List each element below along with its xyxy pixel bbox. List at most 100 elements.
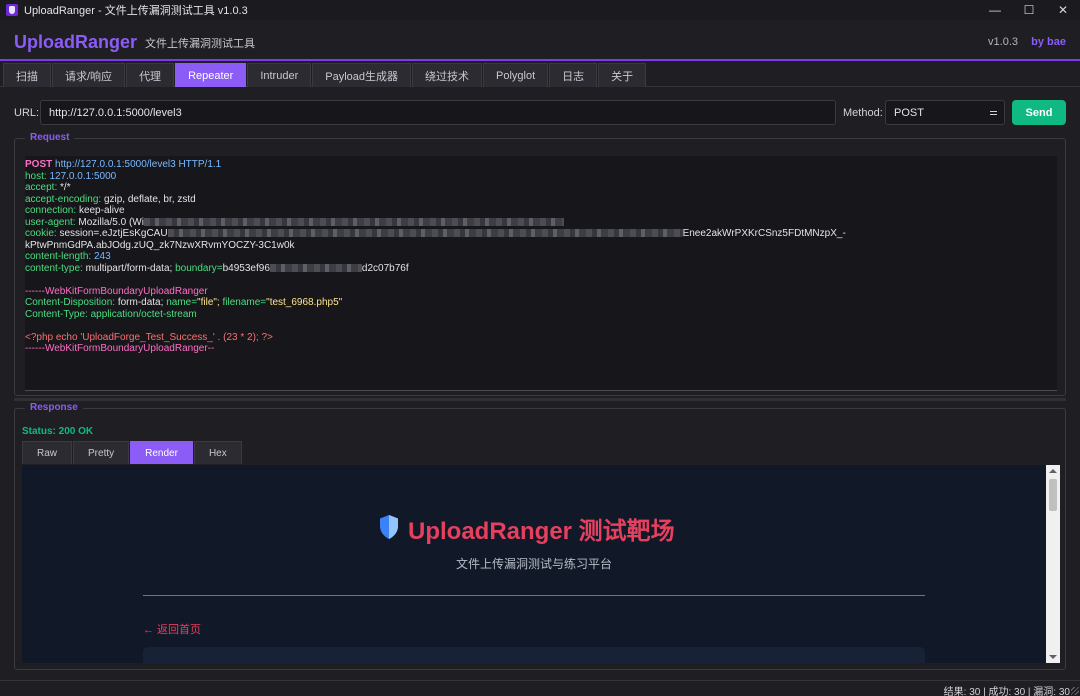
url-input[interactable]: http://127.0.0.1:5000/level3: [40, 100, 836, 125]
method-value: POST: [894, 106, 924, 119]
header-cookie: cookie: session=.eJztjEsKgCAU Enee2akWrPX…: [25, 228, 1057, 240]
render-heading: UploadRanger 测试靶场: [408, 518, 675, 545]
boundary-close-line: ------WebKitFormBoundaryUploadRanger--: [25, 343, 1057, 355]
resize-grip-icon[interactable]: [1071, 687, 1079, 695]
brand-title: UploadRanger: [14, 32, 138, 52]
boundary-line: ------WebKitFormBoundaryUploadRanger: [25, 286, 1057, 298]
header-name: cookie:: [25, 228, 57, 239]
minimize-button[interactable]: —: [978, 0, 1012, 20]
header-name: accept-encoding:: [25, 193, 102, 205]
header-name: user-agent:: [25, 216, 76, 228]
header-name: name=: [166, 297, 198, 308]
main-tabbar: 扫描 请求/响应 代理 Repeater Intruder Payload生成器…: [0, 63, 1080, 87]
header-name: filename=: [222, 297, 267, 308]
header-name: content-length:: [25, 251, 92, 262]
tab-pretty[interactable]: Pretty: [73, 441, 130, 464]
brand-subtitle: 文件上传漏洞测试工具: [145, 38, 255, 50]
tab-polyglot[interactable]: Polyglot: [483, 63, 549, 87]
tab-repeater[interactable]: Repeater: [175, 63, 247, 87]
method-label: Method:: [843, 107, 883, 119]
request-line: POST http://127.0.0.1:5000/level3 HTTP/1…: [25, 159, 1057, 171]
php-payload: <?php echo 'UploadForge_Test_Success_' .…: [25, 332, 1057, 344]
response-title: Response: [25, 402, 83, 413]
boundary-text: ------WebKitFormBoundaryUploadRanger--: [25, 343, 215, 354]
response-tabs: Raw Pretty Render Hex: [22, 441, 243, 464]
header-name: Content-Disposition:: [25, 297, 116, 308]
request-editor[interactable]: POST http://127.0.0.1:5000/level3 HTTP/1…: [25, 156, 1057, 391]
close-button[interactable]: ✕: [1046, 0, 1080, 20]
header-value: 243: [93, 251, 111, 262]
render-view[interactable]: UploadRanger 测试靶场 文件上传漏洞测试与练习平台 ← 返回首页: [22, 465, 1060, 663]
request-version: HTTP/1.1: [178, 159, 222, 170]
url-label: URL:: [14, 107, 40, 119]
header-name: content-type:: [25, 262, 83, 274]
header-value: "test_6968.php5": [266, 297, 343, 308]
render-subheading: 文件上传漏洞测试与练习平台: [455, 557, 612, 571]
dropdown-icon: [990, 111, 997, 115]
tab-render[interactable]: Render: [130, 441, 193, 464]
send-button[interactable]: Send: [1012, 100, 1066, 125]
header-accept: accept: */*: [25, 182, 1057, 194]
header-value: session=.eJztjEsKgCAU: [59, 228, 168, 239]
render-scrollbar[interactable]: [1046, 465, 1060, 663]
status-bar: 结果: 30 | 成功: 30 | 漏洞: 30: [0, 680, 1080, 696]
header-value: Enee2akWrPXKrCSnz5FDtMNzpX_-: [682, 228, 846, 239]
tab-request-response[interactable]: 请求/响应: [52, 63, 126, 87]
statusbar-counts: 结果: 30 | 成功: 30 | 漏洞: 30: [943, 687, 1070, 696]
response-panel: Response Status: 200 OK Raw Pretty Rende…: [14, 402, 1066, 670]
header-value: Mozilla/5.0 (Wi: [78, 216, 144, 228]
tab-hex[interactable]: Hex: [193, 441, 242, 464]
render-divider: [143, 595, 925, 596]
tab-raw[interactable]: Raw: [22, 441, 73, 464]
version-label: v1.0.3: [988, 36, 1018, 48]
app-header: UploadRanger 文件上传漏洞测试工具 v1.0.3 by bae: [0, 20, 1080, 61]
header-content-length: content-length: 243: [25, 251, 1057, 263]
header-connection: connection: keep-alive: [25, 205, 1057, 217]
header-name: connection:: [25, 205, 77, 216]
method-select[interactable]: POST: [885, 100, 1005, 125]
header-name: host:: [25, 170, 47, 182]
tab-about[interactable]: 关于: [598, 63, 647, 87]
author-label: by bae: [1031, 36, 1066, 48]
tab-scan[interactable]: 扫描: [3, 63, 51, 87]
header-value: 127.0.0.1:5000: [49, 170, 117, 182]
tab-intruder[interactable]: Intruder: [247, 63, 312, 87]
header-value: */*: [60, 182, 71, 193]
panel-splitter[interactable]: [14, 398, 1066, 401]
redacted-blur: [143, 217, 564, 226]
window-title: UploadRanger - 文件上传漏洞测试工具 v1.0.3: [24, 5, 248, 17]
header-name: Content-Type:: [25, 308, 88, 320]
window-controls: — ☐ ✕: [978, 0, 1080, 20]
tab-logs[interactable]: 日志: [549, 63, 598, 87]
header-content-type: content-type: multipart/form-data; bound…: [25, 263, 1057, 275]
maximize-button[interactable]: ☐: [1012, 0, 1046, 20]
header-value: application/octet-stream: [90, 308, 197, 320]
header-value: gzip, deflate, br, zstd: [103, 193, 196, 205]
tab-payload-generator[interactable]: Payload生成器: [312, 63, 412, 87]
scroll-down-icon[interactable]: [1049, 655, 1057, 659]
header-host: host: 127.0.0.1:5000: [25, 171, 1057, 183]
header-accept-encoding: accept-encoding: gzip, deflate, br, zstd: [25, 194, 1057, 206]
header-value: d2c07b76f: [361, 262, 409, 274]
boundary-text: ------WebKitFormBoundaryUploadRanger: [25, 285, 208, 297]
header-value: b4953ef96: [222, 262, 270, 274]
header-name: accept:: [25, 182, 58, 193]
scroll-thumb[interactable]: [1049, 479, 1057, 511]
part-content-type: Content-Type: application/octet-stream: [25, 309, 1057, 321]
render-content-card: [143, 647, 925, 663]
tab-proxy[interactable]: 代理: [126, 63, 175, 87]
header-value: "file";: [197, 297, 220, 308]
header-user-agent: user-agent: Mozilla/5.0 (Wi: [25, 217, 1057, 229]
back-home-link[interactable]: ← 返回首页: [143, 621, 201, 637]
tab-bypass-techniques[interactable]: 绕过技术: [412, 63, 483, 87]
redacted-blur: [167, 229, 683, 238]
scroll-up-icon[interactable]: [1049, 469, 1057, 473]
window-titlebar: UploadRanger - 文件上传漏洞测试工具 v1.0.3 — ☐ ✕: [0, 0, 1080, 20]
shield-icon: [380, 515, 398, 539]
header-value: multipart/form-data;: [85, 262, 173, 274]
request-title: Request: [25, 132, 75, 143]
status-label: Status: 200 OK: [22, 426, 94, 437]
header-value: form-data;: [117, 297, 164, 308]
header-value: keep-alive: [78, 205, 125, 216]
